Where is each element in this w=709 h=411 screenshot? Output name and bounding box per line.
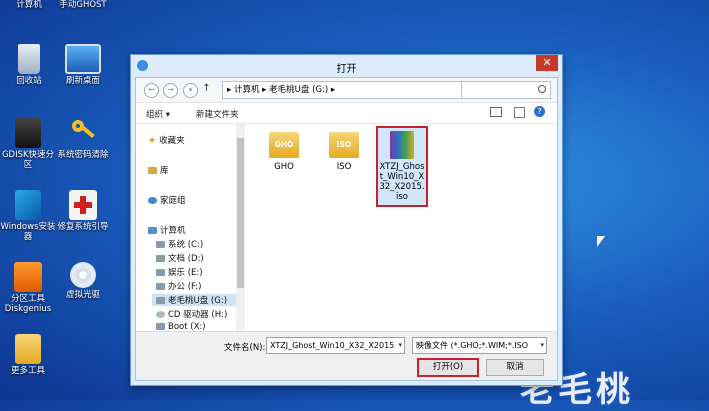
desktop-icon-label: GDISK快速分区 <box>1 150 55 170</box>
windows-installer-icon <box>15 190 41 220</box>
sidebar-item-favorites[interactable]: ★ 收藏夹 <box>148 134 185 146</box>
search-icon <box>538 85 546 93</box>
desktop-icon-label: 修复系统引导 <box>57 222 109 232</box>
recycle-bin-icon <box>18 44 40 74</box>
desktop-icon-label: 回收站 <box>16 76 42 86</box>
chevron-down-icon[interactable]: ▾ <box>538 338 544 353</box>
file-label: XTZJ_Ghost_Win10_X32_X2015.iso <box>379 162 425 202</box>
address-bar[interactable]: ▸ 计算机 ▸ 老毛桃U盘 (G:) ▸ <box>222 81 462 99</box>
desktop-icon-more-tools[interactable]: 更多工具 <box>0 334 58 376</box>
desktop-icon-label: 手动GHOST <box>59 0 107 10</box>
dialog-footer: 文件名(N): XTZJ_Ghost_Win10_X32_X2015 ▾ 映像文… <box>136 331 557 380</box>
computer-icon <box>148 227 157 234</box>
dialog-title: 打开 <box>336 64 357 75</box>
navigation-pane: ★ 收藏夹 库 家庭组 计算机 系统 (C:) 文档 (D:) 娱乐 (E:) 办… <box>136 124 237 334</box>
desktop-icon-label: 系统密码清除 <box>57 150 109 160</box>
folder-icon: GHO <box>269 132 299 158</box>
desktop-icon-manual-ghost[interactable]: 手动GHOST <box>52 0 114 10</box>
folder-icon: ISO <box>329 132 359 158</box>
file-item-gho-folder[interactable]: GHO GHO <box>264 132 304 172</box>
chevron-down-icon: ▾ <box>188 86 193 94</box>
desktop-icon-label: 分区工具Diskgenius <box>4 294 52 314</box>
library-icon <box>148 167 157 174</box>
sidebar-item-library[interactable]: 库 <box>148 164 169 176</box>
cancel-button[interactable]: 取消 <box>486 359 544 376</box>
desktop-icon-windows-installer[interactable]: Windows安装器 <box>0 190 58 242</box>
up-button[interactable]: ▾ <box>183 83 198 98</box>
sidebar-item-drive-f[interactable]: 办公 (F:) <box>156 280 201 292</box>
rar-archive-icon <box>390 131 414 159</box>
drive-icon <box>156 283 165 290</box>
desktop-icon-label: Windows安装器 <box>0 222 56 242</box>
navigation-pane-scrollbar[interactable] <box>236 124 245 334</box>
scrollbar-thumb[interactable] <box>237 138 244 288</box>
filename-label: 文件名(N): <box>224 343 266 353</box>
drive-icon <box>156 269 165 276</box>
desktop-icon-diskgenius[interactable]: 分区工具Diskgenius <box>0 262 58 314</box>
filetype-select[interactable]: 映像文件 (*.GHO;*.WIM;*.ISO ▾ <box>412 337 547 354</box>
filename-value: XTZJ_Ghost_Win10_X32_X2015 <box>270 341 395 350</box>
disc-icon <box>70 262 96 288</box>
new-folder-button[interactable]: 新建文件夹 <box>196 108 239 120</box>
file-item-iso-folder[interactable]: ISO ISO <box>324 132 364 172</box>
up-folder-button[interactable]: ↑ <box>200 83 213 96</box>
navigation-bar: ← → ▾ ↑ ▸ 计算机 ▸ 老毛桃U盘 (G:) ▸ ↻ <box>136 78 557 103</box>
dialog-titlebar[interactable]: 打开 ✕ <box>131 55 562 77</box>
sidebar-item-drive-h[interactable]: CD 驱动器 (H:) <box>156 308 227 320</box>
sidebar-item-drive-d[interactable]: 文档 (D:) <box>156 252 204 264</box>
desktop-icon-label: 计算机 <box>16 0 42 10</box>
first-aid-icon <box>69 190 97 220</box>
file-list: GHO GHO ISO ISO XTZJ_Ghost_Win10_X32_X20… <box>248 124 557 334</box>
monitor-icon <box>65 44 101 74</box>
view-options-icon[interactable] <box>490 107 502 117</box>
preview-pane-icon[interactable] <box>514 107 525 118</box>
cd-drive-icon <box>156 311 165 318</box>
sidebar-item-drive-g[interactable]: 老毛桃U盘 (G:) <box>152 294 236 306</box>
back-button[interactable]: ← <box>144 83 159 98</box>
desktop-icon-computer[interactable]: 计算机 <box>0 0 58 10</box>
desktop-icon-label: 虚拟光驱 <box>65 290 100 300</box>
star-icon: ★ <box>148 136 157 146</box>
file-label: ISO <box>336 162 352 172</box>
desktop-icon-refresh-desktop[interactable]: 刷新桌面 <box>52 44 114 86</box>
drive-icon <box>156 255 165 262</box>
desktop-icon-password-clear[interactable]: 系统密码清除 <box>52 118 114 160</box>
disk-icon <box>15 118 41 148</box>
dialog-body: ← → ▾ ↑ ▸ 计算机 ▸ 老毛桃U盘 (G:) ▸ ↻ 组织 ▾ 新建文件… <box>135 77 558 381</box>
toolbar: 组织 ▾ 新建文件夹 ? <box>136 103 557 124</box>
folder-icon <box>15 334 41 364</box>
sidebar-item-drive-e[interactable]: 娱乐 (E:) <box>156 266 203 278</box>
desktop-icon-gdisk[interactable]: GDISK快速分区 <box>0 118 58 170</box>
desktop-icon-label: 更多工具 <box>10 366 45 376</box>
diskgenius-icon <box>14 262 42 292</box>
file-item-iso-image[interactable]: XTZJ_Ghost_Win10_X32_X2015.iso <box>376 126 428 207</box>
sidebar-item-drive-c[interactable]: 系统 (C:) <box>156 238 203 250</box>
sidebar-item-computer[interactable]: 计算机 <box>148 224 186 236</box>
desktop-icon-virtual-drive[interactable]: 虚拟光驱 <box>52 262 114 300</box>
help-icon[interactable]: ? <box>534 106 545 117</box>
filetype-value: 映像文件 (*.GHO;*.WIM;*.ISO <box>416 341 529 350</box>
file-label: GHO <box>274 162 294 172</box>
open-file-dialog: 打开 ✕ ← → ▾ ↑ ▸ 计算机 ▸ 老毛桃U盘 (G:) ▸ ↻ 组织 ▾… <box>130 54 563 386</box>
close-button[interactable]: ✕ <box>536 55 558 71</box>
drive-icon <box>156 323 165 330</box>
forward-button[interactable]: → <box>163 83 178 98</box>
desktop-icon-repair-boot[interactable]: 修复系统引导 <box>52 190 114 232</box>
chevron-down-icon[interactable]: ▾ <box>396 338 402 353</box>
drive-icon <box>156 241 165 248</box>
organize-button[interactable]: 组织 ▾ <box>146 108 170 120</box>
open-button[interactable]: 打开(O) <box>417 358 479 377</box>
desktop-icon-label: 刷新桌面 <box>65 76 100 86</box>
desktop-icon-recycle-bin[interactable]: 回收站 <box>0 44 58 86</box>
sidebar-item-homegroup[interactable]: 家庭组 <box>148 194 186 206</box>
search-input[interactable] <box>461 81 551 99</box>
homegroup-icon <box>148 197 157 204</box>
filename-input[interactable]: XTZJ_Ghost_Win10_X32_X2015 ▾ <box>266 337 405 354</box>
usb-drive-icon <box>156 297 165 304</box>
key-icon <box>68 118 98 148</box>
